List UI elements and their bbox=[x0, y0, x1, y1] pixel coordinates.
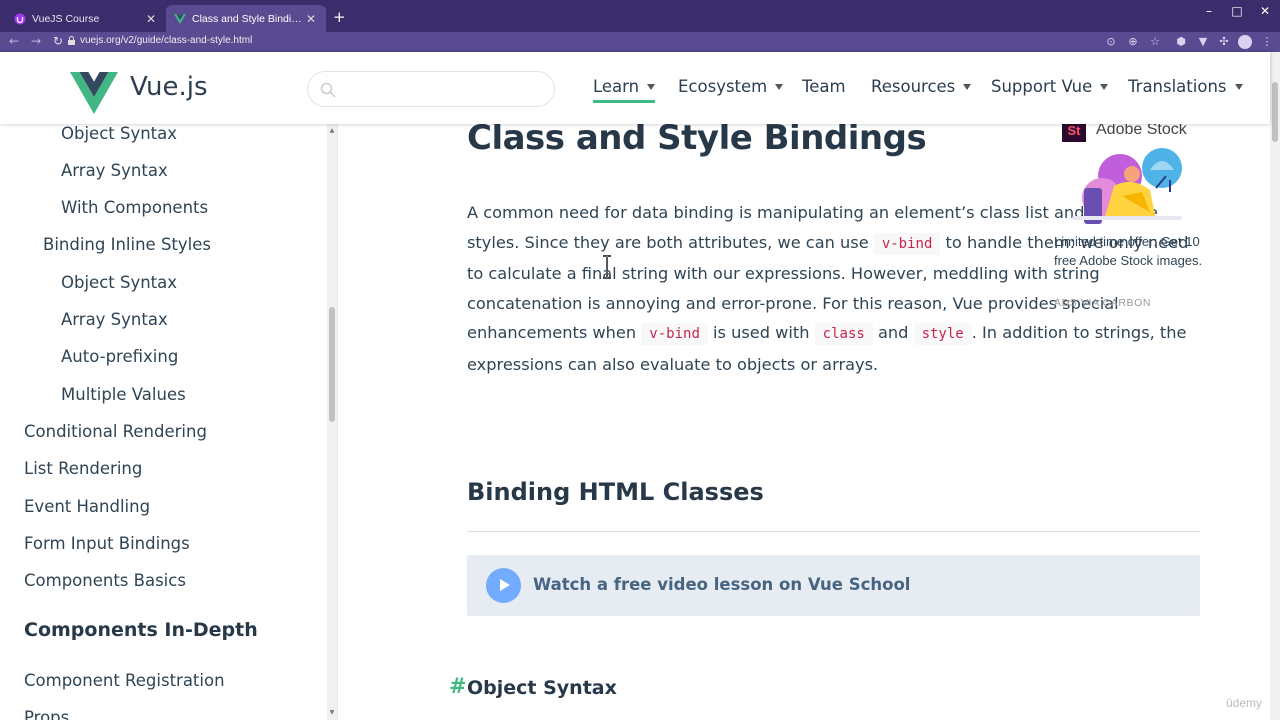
nav-translations[interactable]: Translations bbox=[1128, 77, 1243, 96]
subsection-title: Object Syntax bbox=[467, 677, 617, 699]
sidebar-item-array-syntax-styles[interactable]: Array Syntax bbox=[61, 310, 168, 329]
shield-icon[interactable]: ⬢ bbox=[1174, 35, 1188, 49]
new-tab-button[interactable]: + bbox=[333, 8, 346, 26]
star-icon[interactable]: ☆ bbox=[1148, 35, 1162, 49]
close-window-button[interactable]: ✕ bbox=[1250, 4, 1280, 18]
search-input[interactable] bbox=[307, 71, 555, 107]
page-title: Class and Style Bindings bbox=[467, 124, 927, 158]
vue-logo-icon[interactable] bbox=[70, 72, 118, 114]
profile-icon[interactable] bbox=[1238, 35, 1252, 49]
scroll-down-icon[interactable]: ▼ bbox=[329, 709, 335, 716]
section-title: Binding HTML Classes bbox=[467, 478, 764, 506]
tab-label: VueJS Course bbox=[32, 12, 100, 25]
chevron-down-icon bbox=[775, 83, 784, 90]
chevron-down-icon bbox=[1234, 83, 1243, 90]
text-span: and bbox=[872, 323, 914, 342]
sidebar-item-array-syntax[interactable]: Array Syntax bbox=[61, 161, 168, 180]
sidebar-item-component-registration[interactable]: Component Registration bbox=[24, 671, 225, 690]
site-header: Vue.js Learn Ecosystem Team Resources Su… bbox=[0, 52, 1270, 124]
scroll-up-icon[interactable]: ▲ bbox=[329, 127, 335, 134]
sidebar: Object Syntax Array Syntax With Componen… bbox=[0, 124, 338, 720]
extensions-icon[interactable]: ✣ bbox=[1217, 35, 1231, 49]
play-icon[interactable] bbox=[486, 568, 521, 603]
nav-support-vue[interactable]: Support Vue bbox=[991, 77, 1109, 96]
chevron-down-icon bbox=[647, 83, 656, 90]
lock-icon bbox=[68, 36, 75, 45]
zoom-icon[interactable]: ⊕ bbox=[1126, 35, 1140, 49]
ad-brand[interactable]: Adobe Stock bbox=[1096, 124, 1187, 139]
menu-icon[interactable]: ⋮ bbox=[1260, 35, 1274, 49]
adobe-stock-logo-icon[interactable]: St bbox=[1062, 124, 1086, 142]
sidebar-item-form-input-bindings[interactable]: Form Input Bindings bbox=[24, 534, 190, 553]
sidebar-item-object-syntax[interactable]: Object Syntax bbox=[61, 124, 177, 143]
text-cursor-icon bbox=[603, 255, 611, 279]
chevron-down-icon bbox=[1100, 83, 1109, 90]
close-tab-icon[interactable]: ✕ bbox=[304, 12, 318, 26]
page-scrollbar-thumb[interactable] bbox=[1272, 82, 1278, 142]
main-content: Class and Style Bindings A common need f… bbox=[338, 124, 1270, 720]
sidebar-scrollbar[interactable]: ▲ ▼ bbox=[327, 124, 337, 720]
udemy-watermark: ûdemy bbox=[1226, 696, 1263, 710]
sidebar-item-object-syntax-styles[interactable]: Object Syntax bbox=[61, 273, 177, 292]
url-input[interactable]: vuejs.org/v2/guide/class-and-style.html bbox=[80, 35, 252, 46]
anchor-hash-link[interactable]: # bbox=[449, 674, 467, 698]
code-style: style bbox=[913, 323, 972, 345]
nav-ecosystem[interactable]: Ecosystem bbox=[678, 77, 784, 96]
reload-button[interactable]: ↻ bbox=[50, 34, 66, 48]
sidebar-item-components-basics[interactable]: Components Basics bbox=[24, 571, 186, 590]
sidebar-item-list-rendering[interactable]: List Rendering bbox=[24, 459, 142, 478]
nav-label: Support Vue bbox=[991, 77, 1093, 96]
sidebar-item-binding-inline-styles[interactable]: Binding Inline Styles bbox=[43, 235, 211, 254]
sidebar-section-heading: Components In-Depth bbox=[24, 619, 258, 641]
ad-illustration-image[interactable] bbox=[1062, 146, 1190, 226]
back-button[interactable]: ← bbox=[6, 34, 22, 48]
sidebar-scrollbar-thumb[interactable] bbox=[329, 307, 335, 422]
search-icon bbox=[320, 82, 336, 98]
text-span: is used with bbox=[707, 323, 815, 342]
udemy-favicon-icon bbox=[14, 13, 26, 24]
minimize-button[interactable]: – bbox=[1194, 4, 1224, 18]
nav-label: Resources bbox=[871, 77, 956, 96]
sidebar-item-props[interactable]: Props bbox=[24, 708, 69, 720]
vue-favicon-icon bbox=[174, 13, 186, 24]
sidebar-item-event-handling[interactable]: Event Handling bbox=[24, 497, 150, 516]
nav-label: Team bbox=[802, 77, 846, 96]
sidebar-item-multiple-values[interactable]: Multiple Values bbox=[61, 385, 186, 404]
section-divider bbox=[467, 531, 1200, 532]
vue-devtools-icon[interactable]: ▼ bbox=[1196, 35, 1210, 49]
sidebar-item-conditional-rendering[interactable]: Conditional Rendering bbox=[24, 422, 207, 441]
close-tab-icon[interactable]: ✕ bbox=[144, 12, 158, 26]
nav-label: Learn bbox=[593, 77, 640, 96]
code-class: class bbox=[814, 323, 873, 345]
location-icon[interactable]: ⊙ bbox=[1104, 35, 1118, 49]
browser-tab-bar: VueJS Course ✕ Class and Style Bindings … bbox=[0, 0, 1280, 32]
sidebar-item-auto-prefixing[interactable]: Auto-prefixing bbox=[61, 347, 178, 366]
forward-button[interactable]: → bbox=[28, 34, 44, 48]
nav-label: Ecosystem bbox=[678, 77, 768, 96]
browser-tab-class-style[interactable]: Class and Style Bindings — Vue.js ✕ bbox=[166, 5, 326, 32]
code-v-bind: v-bind bbox=[641, 323, 708, 345]
vue-school-banner[interactable]: Watch a free video lesson on Vue School bbox=[467, 555, 1200, 616]
chevron-down-icon bbox=[963, 83, 972, 90]
video-lesson-link[interactable]: Watch a free video lesson on Vue School bbox=[533, 575, 910, 594]
brand-name[interactable]: Vue.js bbox=[130, 72, 208, 102]
ad-via-label[interactable]: ADS VIA CARBON bbox=[1054, 297, 1151, 309]
sidebar-item-with-components[interactable]: With Components bbox=[61, 198, 208, 217]
nav-team[interactable]: Team bbox=[802, 77, 846, 96]
code-v-bind: v-bind bbox=[873, 232, 941, 255]
address-bar: ← → ↻ vuejs.org/v2/guide/class-and-style… bbox=[0, 32, 1280, 52]
browser-tab-vuejs-course[interactable]: VueJS Course ✕ bbox=[6, 5, 166, 32]
nav-label: Translations bbox=[1128, 77, 1227, 96]
ad-text[interactable]: Limited time offer: Get 10 free Adobe St… bbox=[1054, 232, 1204, 270]
tab-label: Class and Style Bindings — Vue.js bbox=[192, 12, 304, 25]
nav-resources[interactable]: Resources bbox=[871, 77, 972, 96]
nav-learn[interactable]: Learn bbox=[593, 77, 656, 103]
maximize-button[interactable]: □ bbox=[1222, 4, 1252, 18]
page-scrollbar[interactable] bbox=[1270, 52, 1280, 720]
